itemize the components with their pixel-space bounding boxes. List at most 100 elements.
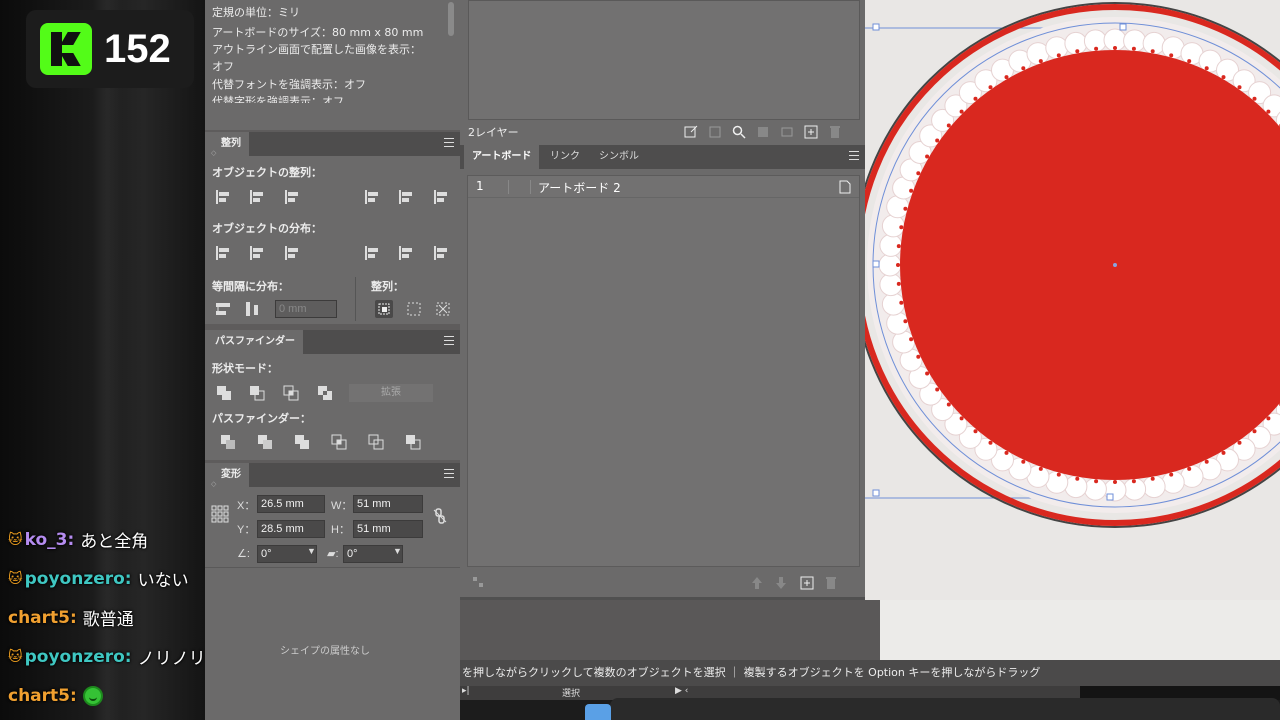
tab-artboards[interactable]: アートボード [464,145,540,169]
search-icon[interactable] [731,124,749,140]
exclude-icon[interactable] [316,384,334,402]
locate-object-icon[interactable] [707,124,725,140]
vertical-distribute-space-icon[interactable] [214,300,232,318]
align-to-artboard-icon[interactable] [434,300,452,318]
h-field[interactable]: 51 mm [353,520,423,538]
lace-dot [988,85,993,90]
distribute-spacing-label: 等間隔に分布： [212,280,289,293]
artboard-options-icon[interactable] [839,179,851,194]
spacing-input[interactable]: 0 mm [275,300,337,318]
chat-username: ko_3: [24,529,75,550]
subscriber-badge-icon: 🐱 [8,648,23,665]
new-artboard-icon[interactable] [798,574,816,592]
doc-info-scrollbar[interactable] [446,0,456,108]
lace-dot [1187,59,1192,64]
lace-dot [1075,49,1080,54]
vertical-align-top-icon[interactable] [363,188,381,206]
align-to-selection-icon[interactable] [375,300,393,318]
lace-dot [1021,66,1026,71]
reference-point-icon[interactable] [211,505,229,523]
vertical-distribute-bottom-icon[interactable] [283,244,301,262]
vertical-distribute-center-icon[interactable] [248,244,266,262]
lace-dot [903,319,908,324]
panel-menu-icon[interactable] [444,138,454,148]
doc-info-line: 定規の単位：ミリ [212,6,300,19]
lace-dot [1075,476,1080,481]
clipping-mask-icon[interactable] [755,124,773,140]
lace-dot [899,300,904,305]
vertical-align-center-icon[interactable] [397,188,415,206]
move-down-icon[interactable] [772,574,790,592]
doc-info-line: アートボードのサイズ：80 mm x 80 mm [212,26,424,39]
lace-dot [896,263,900,267]
move-up-icon[interactable] [748,574,766,592]
tab-pathfinder[interactable]: パスファインダー [205,330,303,354]
horizontal-distribute-center-icon[interactable] [397,244,415,262]
w-field[interactable]: 51 mm [353,495,423,513]
lace-dot [1113,480,1117,484]
lace-dot [1056,472,1061,477]
intersect-icon[interactable] [282,384,300,402]
trash-icon[interactable] [827,124,845,140]
tab-links[interactable]: リンク [542,145,588,169]
subscriber-badge-icon: 🐱 [8,531,23,548]
constrain-proportions-link-icon[interactable] [431,507,449,525]
artboard-canvas[interactable] [865,0,1280,660]
trim-icon[interactable] [256,433,274,451]
y-field[interactable]: 28.5 mm [257,520,325,538]
lace-dot [899,225,904,230]
viewer-count: 152 [104,26,171,71]
lace-dot [1221,450,1226,455]
lace-dot [973,96,978,101]
collect-export-icon[interactable] [683,124,701,140]
lace-dot [1038,59,1043,64]
horizontal-distribute-space-icon[interactable] [243,300,261,318]
lace-dot [935,387,940,392]
horizontal-distribute-right-icon[interactable] [432,244,450,262]
rearrange-artboards-icon[interactable] [470,574,488,592]
crop-icon[interactable] [330,433,348,451]
divide-icon[interactable] [219,433,237,451]
tab-transform[interactable]: ◇ 変形 [205,463,249,488]
lace-dot [1056,53,1061,58]
canvas-artwork[interactable] [865,0,1280,660]
new-layer-icon[interactable] [803,124,821,140]
unite-icon[interactable] [215,384,233,402]
horizontal-align-right-icon[interactable] [283,188,301,206]
tab-symbols[interactable]: シンボル [591,145,647,169]
layers-list[interactable] [468,0,860,120]
finder-icon[interactable] [585,704,611,720]
chevron-down-icon[interactable]: ▼ [307,546,316,556]
align-to-key-object-icon[interactable] [405,300,423,318]
panel-menu-icon[interactable] [849,151,859,161]
x-key: X： [237,500,256,512]
vertical-align-bottom-icon[interactable] [432,188,450,206]
chevron-down-icon[interactable]: ▼ [393,546,402,556]
artboard-row[interactable]: 1 アートボード 2 [468,176,859,198]
vertical-distribute-top-icon[interactable] [214,244,232,262]
chevron-left-icon[interactable]: ▶ ‹ [675,686,688,696]
merge-icon[interactable] [293,433,311,451]
outline-icon[interactable] [367,433,385,451]
lace-dot [973,429,978,434]
panel-menu-icon[interactable] [444,469,454,479]
chat-text: あと全角 [80,532,149,552]
lace-dot [946,123,951,128]
minus-back-icon[interactable] [404,433,422,451]
lace-dot [1187,466,1192,471]
x-field[interactable]: 26.5 mm [257,495,325,513]
align-panel: ◇ 整列 オブジェクトの整列： オブジェクトの分布： 等間隔に分布： 整列： 0 … [205,132,460,324]
horizontal-distribute-left-icon[interactable] [363,244,381,262]
tab-align[interactable]: ◇ 整列 [205,132,249,157]
lace-dot [909,188,914,193]
panel-menu-icon[interactable] [444,336,454,346]
horizontal-align-center-icon[interactable] [248,188,266,206]
lace-dot [1169,53,1174,58]
expand-button[interactable]: 拡張 [349,384,433,402]
lace-dot [1004,75,1009,80]
minus-front-icon[interactable] [248,384,266,402]
chat-username: chart5: [8,607,77,628]
new-sublayer-icon[interactable] [779,124,797,140]
delete-artboard-icon[interactable] [822,574,840,592]
horizontal-align-left-icon[interactable] [214,188,232,206]
